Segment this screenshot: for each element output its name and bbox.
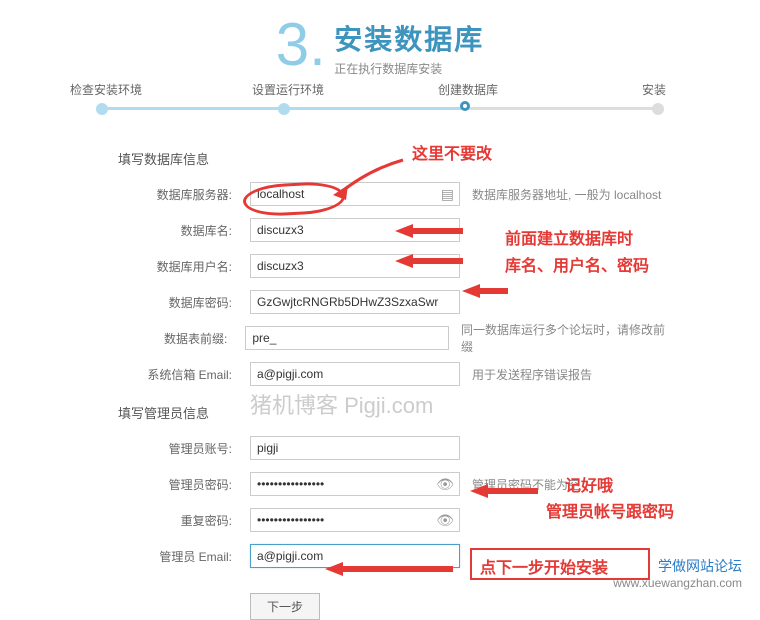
- db-pass-input[interactable]: [250, 290, 460, 314]
- page-title: 安装数据库: [334, 18, 484, 58]
- admin-pass2-input[interactable]: [250, 508, 460, 532]
- progress-step-1: 检查安装环境: [70, 81, 142, 98]
- db-name-input[interactable]: [250, 218, 460, 242]
- db-pass-label: 数据库密码:: [90, 294, 250, 311]
- admin-user-input[interactable]: [250, 436, 460, 460]
- footer-brand: 学做网站论坛 www.xuewangzhan.com: [613, 556, 742, 590]
- db-user-input[interactable]: [250, 254, 460, 278]
- db-server-label: 数据库服务器:: [90, 186, 250, 203]
- db-server-hint: 数据库服务器地址, 一般为 localhost: [472, 186, 661, 203]
- admin-pass-label: 管理员密码:: [90, 476, 250, 493]
- db-prefix-hint: 同一数据库运行多个论坛时，请修改前缀: [461, 321, 670, 355]
- section-admin-title: 填写管理员信息: [118, 403, 670, 422]
- admin-email-input[interactable]: [250, 544, 460, 568]
- progress-step-4: 安装: [642, 81, 666, 98]
- db-name-label: 数据库名:: [90, 222, 250, 239]
- progress-step-3: 创建数据库: [438, 81, 498, 98]
- sys-email-input[interactable]: [250, 362, 460, 386]
- page-subtitle: 正在执行数据库安装: [334, 60, 484, 77]
- section-db-title: 填写数据库信息: [118, 149, 670, 168]
- db-prefix-input[interactable]: [245, 326, 449, 350]
- progress-step-2: 设置运行环境: [252, 81, 324, 98]
- db-user-label: 数据库用户名:: [90, 258, 250, 275]
- step-number: 3.: [276, 10, 326, 79]
- db-server-input[interactable]: [250, 182, 460, 206]
- admin-pass-input[interactable]: [250, 472, 460, 496]
- progress-bar: 检查安装环境 设置运行环境 创建数据库 安装: [90, 99, 670, 119]
- db-prefix-label: 数据表前缀:: [90, 330, 245, 347]
- admin-pass2-label: 重复密码:: [90, 512, 250, 529]
- admin-pass-hint: 管理员密码不能为空: [472, 476, 580, 493]
- sys-email-label: 系统信箱 Email:: [90, 366, 250, 383]
- sys-email-hint: 用于发送程序错误报告: [472, 366, 592, 383]
- admin-user-label: 管理员账号:: [90, 440, 250, 457]
- next-button[interactable]: 下一步: [250, 593, 320, 620]
- admin-email-label: 管理员 Email:: [90, 548, 250, 565]
